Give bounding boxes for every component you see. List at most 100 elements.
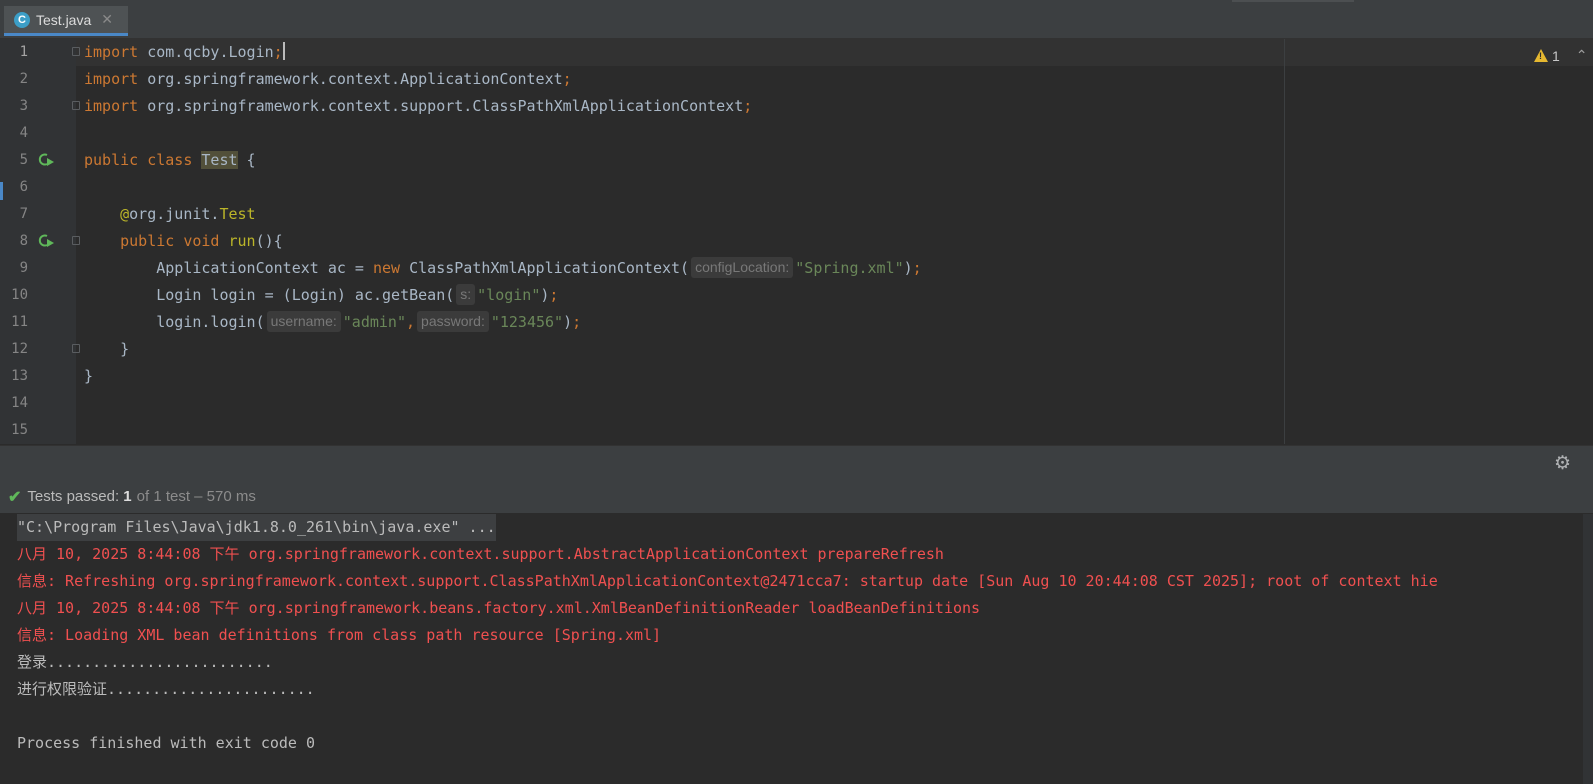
editor-tab-bar: C Test.java ✕ bbox=[0, 0, 1593, 39]
code-line[interactable]: 9 ApplicationContext ac = new ClassPathX… bbox=[0, 255, 1593, 282]
line-number: 11 bbox=[11, 314, 28, 330]
code-line[interactable]: 1 import com.qcby.Login; bbox=[0, 39, 1593, 66]
console-output[interactable]: "C:\Program Files\Java\jdk1.8.0_261\bin\… bbox=[0, 514, 1583, 784]
code-token: import bbox=[84, 43, 139, 61]
code-line[interactable]: 15 bbox=[0, 417, 1593, 444]
code-token: "admin" bbox=[342, 313, 406, 331]
line-number: 7 bbox=[19, 206, 28, 222]
code-token: , bbox=[406, 313, 416, 331]
code-token: Login login = (Login) ac.getBean( bbox=[84, 286, 455, 304]
code-token: public void bbox=[120, 232, 229, 250]
line-number: 4 bbox=[19, 125, 28, 141]
line-number: 1 bbox=[19, 44, 28, 60]
code-text: ApplicationContext ac = new ClassPathXml… bbox=[84, 255, 922, 282]
fold-marker-icon[interactable] bbox=[72, 47, 80, 56]
warning-icon: ! bbox=[1534, 49, 1548, 62]
tab-test-java[interactable]: C Test.java ✕ bbox=[4, 6, 128, 36]
code-line[interactable]: 3 import org.springframework.context.supp… bbox=[0, 93, 1593, 120]
code-token: "123456" bbox=[490, 313, 564, 331]
parameter-hint: configLocation: bbox=[691, 257, 794, 278]
code-text: } bbox=[84, 336, 129, 363]
run-toolbar: ⚙ bbox=[0, 445, 1593, 481]
line-number: 2 bbox=[19, 71, 28, 87]
warning-count: 1 bbox=[1552, 47, 1560, 64]
code-token: ; bbox=[912, 259, 922, 277]
code-token: ) bbox=[563, 313, 573, 331]
line-number: 13 bbox=[11, 368, 28, 384]
code-text: public class Test { bbox=[84, 147, 256, 174]
line-number: 6 bbox=[19, 179, 28, 195]
code-token: ) bbox=[903, 259, 913, 277]
code-editor[interactable]: 1 import com.qcby.Login; 2 import org.sprin… bbox=[0, 39, 1593, 444]
code-line[interactable]: 13} bbox=[0, 363, 1593, 390]
console-line: 八月 10, 2025 8:44:08 下午 org.springframewo… bbox=[17, 545, 944, 563]
fold-marker-icon[interactable] bbox=[72, 236, 80, 245]
status-label: Tests passed: bbox=[27, 488, 124, 505]
line-number: 10 bbox=[11, 287, 28, 303]
code-line[interactable]: 6 bbox=[0, 174, 1593, 201]
console-line[interactable]: "C:\Program Files\Java\jdk1.8.0_261\bin\… bbox=[17, 514, 496, 541]
parameter-hint: s: bbox=[456, 284, 476, 305]
close-icon[interactable]: ✕ bbox=[101, 11, 113, 28]
run-test-icon[interactable] bbox=[37, 152, 55, 168]
code-token: org.springframework.context.support.Clas… bbox=[138, 97, 744, 115]
code-line[interactable]: 4 bbox=[0, 120, 1593, 147]
line-number: 14 bbox=[11, 395, 28, 411]
code-text: import com.qcby.Login; bbox=[84, 39, 285, 66]
code-token: Test bbox=[201, 151, 238, 169]
code-token: org.junit. bbox=[129, 205, 220, 223]
code-line[interactable]: 5 public class Test { bbox=[0, 147, 1593, 174]
code-token: "Spring.xml" bbox=[795, 259, 904, 277]
code-line[interactable]: 2 import org.springframework.context.Appl… bbox=[0, 66, 1593, 93]
code-token: ; bbox=[273, 43, 283, 61]
code-text: public void run(){ bbox=[84, 228, 283, 255]
code-line[interactable]: 11 login.login(username: "admin", password… bbox=[0, 309, 1593, 336]
code-token: login.login( bbox=[84, 313, 265, 331]
chevron-up-icon[interactable]: ⌃ bbox=[1576, 47, 1588, 64]
text-caret bbox=[282, 42, 285, 60]
code-token: run bbox=[228, 232, 256, 250]
console-line: 登录......................... bbox=[17, 653, 273, 671]
code-line[interactable]: 10 Login login = (Login) ac.getBean(s: "l… bbox=[0, 282, 1593, 309]
console-line: 八月 10, 2025 8:44:08 下午 org.springframewo… bbox=[17, 599, 981, 617]
code-line[interactable]: 8 public void run(){ bbox=[0, 228, 1593, 255]
code-text: } bbox=[84, 363, 93, 390]
code-token: } bbox=[84, 367, 94, 385]
code-text: @org.junit.Test bbox=[84, 201, 256, 228]
code-token: import bbox=[84, 70, 139, 88]
console-scrollbar[interactable] bbox=[1583, 514, 1593, 784]
inspection-widget[interactable]: ! 1 ⌃ bbox=[1534, 47, 1588, 64]
test-status-row: ✔ Tests passed: 1 of 1 test – 570 ms bbox=[0, 480, 1593, 513]
tests-passed-label: Tests passed: 1 bbox=[27, 488, 131, 505]
code-text: import org.springframework.context.Appli… bbox=[84, 66, 572, 93]
code-token: ; bbox=[562, 70, 572, 88]
code-line[interactable]: 7 @org.junit.Test bbox=[0, 201, 1593, 228]
line-number: 12 bbox=[11, 341, 28, 357]
run-test-icon[interactable] bbox=[37, 233, 55, 249]
code-line[interactable]: 12 } bbox=[0, 336, 1593, 363]
console-line: 进行权限验证....................... bbox=[17, 680, 315, 698]
code-token: public class bbox=[84, 151, 202, 169]
fold-marker-icon[interactable] bbox=[72, 101, 80, 110]
test-summary: of 1 test – 570 ms bbox=[136, 488, 256, 505]
gear-icon[interactable]: ⚙ bbox=[1554, 452, 1571, 475]
code-token: new bbox=[372, 259, 410, 277]
code-token: ApplicationContext ac = bbox=[84, 259, 373, 277]
line-number: 9 bbox=[19, 260, 28, 276]
code-token: } bbox=[84, 340, 130, 358]
fold-marker-icon[interactable] bbox=[72, 344, 80, 353]
code-line[interactable]: 14 bbox=[0, 390, 1593, 417]
code-token: Test bbox=[219, 205, 256, 223]
code-token: ; bbox=[572, 313, 582, 331]
console-line: Process finished with exit code 0 bbox=[17, 734, 316, 752]
line-number: 15 bbox=[11, 422, 28, 438]
console-line: 信息: Loading XML bean definitions from cl… bbox=[17, 626, 662, 644]
code-text: login.login(username: "admin", password: "1… bbox=[84, 309, 581, 336]
code-token: (){ bbox=[255, 232, 283, 250]
line-number: 3 bbox=[19, 98, 28, 114]
java-class-icon: C bbox=[14, 11, 30, 28]
code-token: "login" bbox=[477, 286, 541, 304]
console-line: 信息: Refreshing org.springframework.conte… bbox=[17, 572, 1438, 590]
